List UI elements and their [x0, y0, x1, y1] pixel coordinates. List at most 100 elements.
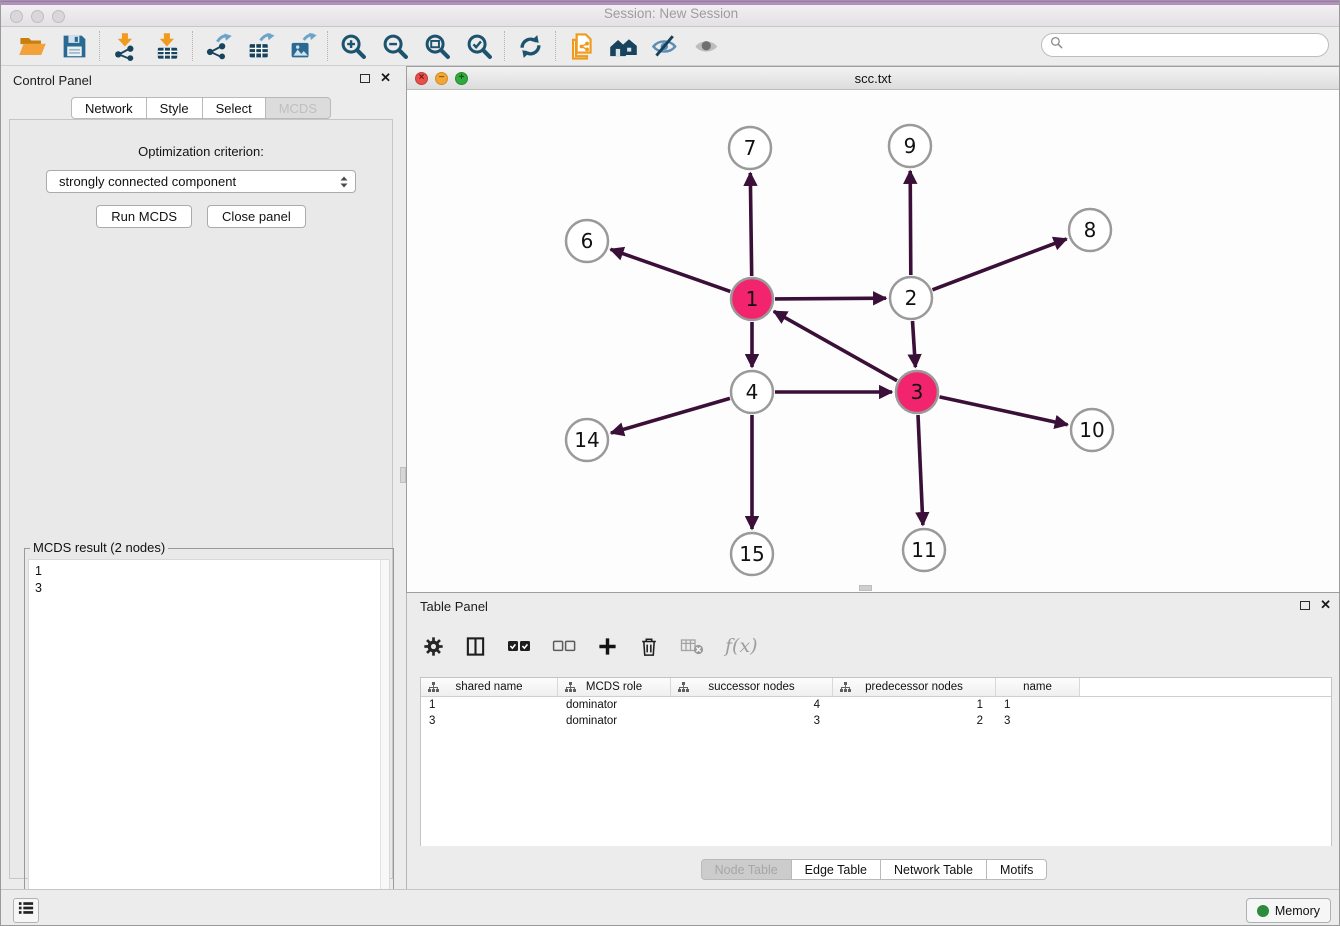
cell-predecessor-nodes[interactable]: 2 [833, 713, 996, 729]
network-view-window: × − + scc.txt 7 9 6 8 1 2 4 3 14 10 15 11 [406, 66, 1340, 593]
column-header-predecessor-nodes[interactable]: predecessor nodes [833, 678, 996, 696]
edge-2-9[interactable] [910, 171, 911, 275]
run-mcds-button[interactable]: Run MCDS [96, 205, 192, 228]
node-11[interactable]: 11 [903, 529, 945, 571]
open-session-icon[interactable] [11, 29, 53, 63]
mcds-panel: Optimization criterion: strongly connect… [9, 119, 393, 879]
attribute-type-icon [840, 682, 851, 696]
network-graph[interactable]: 7 9 6 8 1 2 4 3 14 10 15 11 [407, 90, 1339, 592]
network-canvas[interactable]: 7 9 6 8 1 2 4 3 14 10 15 11 [407, 90, 1339, 592]
column-chooser-icon[interactable] [465, 636, 486, 657]
cell-successor-nodes[interactable]: 3 [671, 713, 833, 729]
splitter-handle[interactable] [859, 585, 872, 591]
node-1[interactable]: 1 [731, 278, 773, 320]
edge-3-10[interactable] [940, 397, 1068, 425]
table-row[interactable]: 1 dominator 4 1 1 [421, 697, 1331, 713]
tab-mcds[interactable]: MCDS [265, 97, 331, 119]
node-3[interactable]: 3 [896, 371, 938, 413]
delete-table-icon[interactable] [680, 637, 704, 655]
save-session-icon[interactable] [53, 29, 95, 63]
edge-2-8[interactable] [933, 239, 1067, 290]
cell-predecessor-nodes[interactable]: 1 [833, 697, 996, 713]
node-8[interactable]: 8 [1069, 209, 1111, 251]
tab-network[interactable]: Network [71, 97, 146, 119]
select-all-icon[interactable] [507, 638, 531, 655]
toolbar-separator [99, 31, 100, 61]
task-history-button[interactable] [13, 898, 39, 923]
share-documents-icon[interactable] [560, 29, 602, 63]
edge-3-11[interactable] [918, 415, 923, 525]
node-9[interactable]: 9 [889, 125, 931, 167]
node-14[interactable]: 14 [566, 419, 608, 461]
export-image-icon[interactable] [281, 29, 323, 63]
tab-select[interactable]: Select [202, 97, 265, 119]
edge-1-2[interactable] [775, 298, 886, 299]
close-panel-icon[interactable]: ✕ [380, 73, 391, 83]
tab-node-table[interactable]: Node Table [701, 859, 791, 880]
memory-button[interactable]: Memory [1246, 898, 1331, 923]
search-input[interactable] [1068, 37, 1320, 53]
refresh-icon[interactable] [509, 29, 551, 63]
cell-name[interactable]: 1 [996, 697, 1080, 713]
edge-4-14[interactable] [611, 398, 730, 433]
close-panel-button[interactable]: Close panel [207, 205, 306, 228]
import-network-icon[interactable] [104, 29, 146, 63]
close-panel-icon[interactable]: ✕ [1320, 600, 1331, 610]
eye-slash-icon[interactable] [644, 29, 686, 63]
splitter-handle[interactable] [400, 467, 406, 483]
cell-mcds-role[interactable]: dominator [558, 697, 671, 713]
edge-1-7[interactable] [750, 173, 751, 276]
cell-shared-name[interactable]: 1 [421, 697, 558, 713]
criterion-dropdown[interactable]: strongly connected component [46, 170, 356, 193]
function-builder-icon[interactable]: f(x) [725, 635, 758, 657]
result-scrollbar[interactable] [380, 560, 389, 926]
delete-column-icon[interactable] [639, 636, 659, 657]
main-toolbar [1, 27, 1340, 66]
edge-2-3[interactable] [913, 321, 916, 367]
column-header-name[interactable]: name [996, 678, 1080, 696]
edge-3-1[interactable] [774, 311, 897, 380]
zoom-fit-icon[interactable] [416, 29, 458, 63]
tab-network-table[interactable]: Network Table [880, 859, 986, 880]
table-toolbar: f(x) [423, 627, 758, 665]
column-header-successor-nodes[interactable]: successor nodes [671, 678, 833, 696]
edge-1-6[interactable] [611, 249, 731, 291]
float-panel-icon[interactable] [360, 74, 370, 83]
node-10[interactable]: 10 [1071, 409, 1113, 451]
search-field[interactable] [1041, 33, 1329, 57]
zoom-out-icon[interactable] [374, 29, 416, 63]
table-panel: Table Panel ✕ [406, 593, 1340, 889]
column-header-mcds-role[interactable]: MCDS role [558, 678, 671, 696]
mcds-result-text[interactable]: 1 3 [28, 559, 390, 926]
deselect-all-icon[interactable] [552, 638, 576, 655]
zoom-selected-icon[interactable] [458, 29, 500, 63]
tab-edge-table[interactable]: Edge Table [791, 859, 880, 880]
tab-motifs[interactable]: Motifs [986, 859, 1047, 880]
node-7[interactable]: 7 [729, 127, 771, 169]
home-icon[interactable] [602, 29, 644, 63]
export-table-icon[interactable] [239, 29, 281, 63]
import-table-icon[interactable] [146, 29, 188, 63]
node-4[interactable]: 4 [731, 371, 773, 413]
settings-gear-icon[interactable] [423, 636, 444, 657]
node-6[interactable]: 6 [566, 220, 608, 262]
cell-name[interactable]: 3 [996, 713, 1080, 729]
zoom-in-icon[interactable] [332, 29, 374, 63]
node-15[interactable]: 15 [731, 533, 773, 575]
table-row[interactable]: 3 dominator 3 2 3 [421, 713, 1331, 729]
add-column-icon[interactable] [597, 636, 618, 657]
svg-text:9: 9 [904, 134, 917, 158]
tab-style[interactable]: Style [146, 97, 202, 119]
network-window-titlebar[interactable]: × − + scc.txt [407, 67, 1339, 90]
attribute-type-icon [565, 682, 576, 696]
svg-text:15: 15 [739, 542, 764, 566]
cell-successor-nodes[interactable]: 4 [671, 697, 833, 713]
float-panel-icon[interactable] [1300, 601, 1310, 610]
eye-icon[interactable] [686, 29, 728, 63]
cell-shared-name[interactable]: 3 [421, 713, 558, 729]
export-network-icon[interactable] [197, 29, 239, 63]
toolbar-separator [555, 31, 556, 61]
cell-mcds-role[interactable]: dominator [558, 713, 671, 729]
node-2[interactable]: 2 [890, 277, 932, 319]
column-header-shared-name[interactable]: shared name [421, 678, 558, 696]
